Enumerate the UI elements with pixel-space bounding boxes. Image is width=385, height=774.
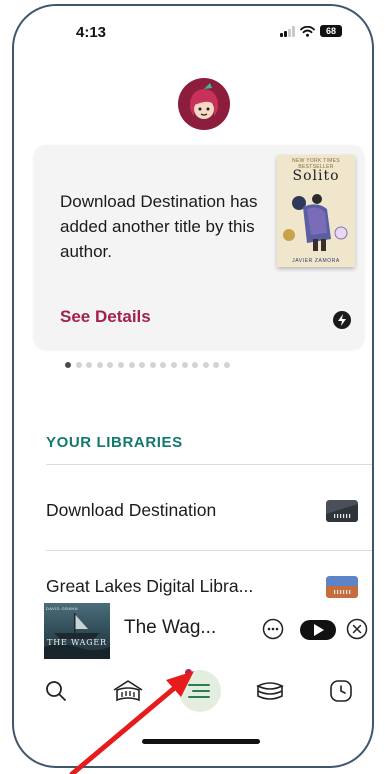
page-dot[interactable]	[65, 362, 71, 368]
tab-menu[interactable]	[171, 666, 227, 716]
divider	[46, 464, 372, 465]
cover-ship-art	[44, 613, 110, 659]
page-dot[interactable]	[170, 362, 177, 368]
battery-icon: 68	[320, 25, 342, 37]
book-cover-title: Solito	[292, 168, 340, 184]
divider	[46, 550, 372, 551]
notification-dot	[185, 669, 192, 676]
page-dot[interactable]	[75, 362, 82, 368]
page-dot[interactable]	[160, 362, 167, 368]
see-details-link[interactable]: See Details	[60, 307, 151, 327]
cover-title: THE WAGER	[47, 638, 107, 647]
library-card-icon	[326, 500, 358, 522]
tab-activity[interactable]	[313, 666, 369, 716]
page-dot[interactable]	[192, 362, 199, 368]
page-dot[interactable]	[86, 362, 93, 368]
close-icon[interactable]	[346, 618, 368, 640]
now-playing-cover[interactable]: DAVID GRANN THE WAGER	[44, 603, 110, 659]
app-logo-avatar[interactable]	[178, 78, 230, 130]
tab-search[interactable]	[28, 666, 84, 716]
book-cover-author: JAVIER ZAMORA	[292, 258, 340, 264]
page-dot[interactable]	[128, 362, 135, 368]
book-cover[interactable]: NEW YORK TIMES BESTSELLER Solito JAVIER …	[277, 155, 355, 267]
book-cover-art	[277, 187, 355, 255]
page-dot[interactable]	[181, 362, 188, 368]
library-name: Download Destination	[46, 500, 217, 520]
promo-card[interactable]: Download Destination has added another t…	[34, 145, 364, 349]
status-bar: 4:13 68	[14, 6, 372, 56]
tab-bar	[14, 666, 372, 724]
library-name: Great Lakes Digital Libra...	[46, 576, 254, 596]
page-dot[interactable]	[96, 362, 103, 368]
page-dot[interactable]	[223, 362, 230, 368]
library-row[interactable]: Download Destination	[46, 476, 372, 548]
promo-message: Download Destination has added another t…	[60, 192, 258, 261]
carousel-page-indicator[interactable]	[65, 362, 230, 368]
library-card-icon	[326, 576, 358, 598]
wifi-icon	[300, 25, 315, 37]
home-indicator[interactable]	[142, 739, 260, 744]
page-dot[interactable]	[149, 362, 156, 368]
shelf-books-icon	[256, 682, 284, 700]
page-dot[interactable]	[213, 362, 220, 368]
page-dot[interactable]	[202, 362, 209, 368]
page-dot[interactable]	[139, 362, 146, 368]
page-dot[interactable]	[117, 362, 124, 368]
phone-frame: 4:13 68 Download Destination has added a…	[12, 4, 374, 768]
clock-icon	[330, 680, 352, 702]
bolt-icon	[333, 311, 351, 329]
play-button[interactable]	[300, 620, 336, 640]
tab-shelf[interactable]	[242, 666, 298, 716]
page-dot[interactable]	[107, 362, 114, 368]
signal-icon	[280, 25, 295, 37]
library-icon	[113, 680, 143, 702]
tab-libraries[interactable]	[100, 666, 156, 716]
more-options-icon[interactable]	[262, 618, 284, 640]
libraries-heading: YOUR LIBRARIES	[46, 434, 183, 451]
status-time: 4:13	[76, 24, 107, 41]
now-playing-title[interactable]: The Wag...	[124, 617, 216, 639]
status-icons: 68	[280, 25, 342, 37]
search-icon	[46, 681, 66, 701]
menu-lines-icon	[188, 684, 210, 698]
mini-player[interactable]: DAVID GRANN THE WAGER The Wag...	[42, 601, 372, 661]
